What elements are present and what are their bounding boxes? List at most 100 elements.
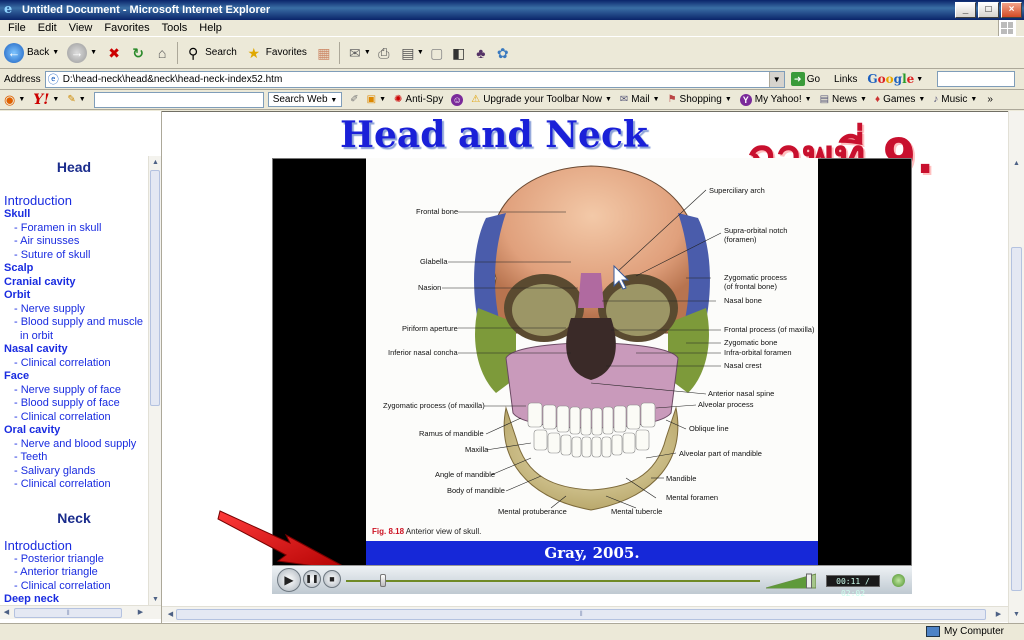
scroll-right-icon[interactable]: ▶ [134, 606, 147, 619]
scroll-up-icon[interactable]: ▲ [149, 156, 162, 169]
nav-head-item[interactable]: - Foramen in skull [4, 222, 148, 236]
links-button[interactable]: Links [834, 74, 857, 85]
popup-blocker-button[interactable]: ▣ ▼ [367, 94, 386, 105]
world-icon[interactable] [892, 574, 905, 587]
nav-head-item[interactable]: - Nerve supply [4, 303, 148, 317]
nav-head-item[interactable]: - Blood supply of face [4, 397, 148, 411]
nav-head-item[interactable]: Scalp [4, 262, 148, 276]
menu-edit[interactable]: Edit [32, 22, 63, 34]
eye-button[interactable]: ◉ ▼ [4, 92, 25, 108]
nav-hscroll-thumb[interactable]: ⦀ [14, 608, 122, 618]
discuss-icon[interactable]: ▢ [428, 44, 446, 62]
edit-dropdown-icon[interactable]: ▼ [417, 49, 424, 56]
nav-head-item[interactable]: - Air sinusses [4, 235, 148, 249]
nav-horizontal-scrollbar[interactable]: ◀ ⦀ ▶ [0, 605, 161, 619]
address-dropdown-icon[interactable]: ▼ [768, 71, 784, 87]
games-button[interactable]: ♦ Games ▼ [875, 94, 925, 105]
menu-help[interactable]: Help [193, 22, 228, 34]
nav-head-item[interactable]: - Clinical correlation [4, 411, 148, 425]
google-dropdown-icon[interactable]: ▼ [916, 76, 923, 83]
menu-favorites[interactable]: Favorites [98, 22, 155, 34]
figure-number: Fig. 8.18 [372, 527, 405, 536]
messenger-button[interactable]: ☺ [451, 93, 464, 106]
page-scroll-thumb[interactable] [1011, 247, 1022, 591]
nav-neck-item[interactable]: Introduction [4, 538, 148, 553]
history-icon[interactable]: ▦ [315, 44, 333, 62]
nav-head-item[interactable]: - Blood supply and muscle [4, 316, 148, 330]
nav-scroll-thumb[interactable] [150, 170, 160, 406]
nav-head-item[interactable]: Introduction [4, 193, 148, 208]
search-web-button[interactable]: Search Web ▼ [267, 92, 343, 107]
back-button[interactable]: ← Back ▼ [4, 42, 59, 63]
page-hscroll-thumb[interactable]: ⦀ [176, 609, 986, 620]
back-dropdown-icon[interactable]: ▼ [52, 49, 59, 56]
page-scroll-up-icon[interactable]: ▲ [1010, 157, 1023, 170]
shopping-button[interactable]: ⚑ Shopping ▼ [668, 94, 732, 105]
google-search-input[interactable] [937, 71, 1016, 87]
yahoo-search-input[interactable] [93, 91, 264, 108]
pause-button[interactable]: ❚❚ [303, 570, 321, 588]
nav-neck-item[interactable]: - Anterior triangle [4, 566, 148, 580]
address-input[interactable]: ⓔ D:\head-neck\head&neck\head-neck-index… [44, 70, 785, 88]
anti-spy-button[interactable]: ✺ Anti-Spy [394, 94, 443, 105]
nav-head-item[interactable]: - Clinical correlation [4, 478, 148, 492]
edit-icon[interactable]: ▤ [399, 44, 417, 62]
scroll-left-icon[interactable]: ◀ [0, 606, 13, 619]
mail-button[interactable]: ✉ Mail ▼ [620, 94, 660, 105]
nav-head-item[interactable]: Orbit [4, 289, 148, 303]
seek-bar[interactable] [346, 580, 760, 582]
nav-head-item[interactable]: Cranial cavity [4, 276, 148, 290]
nav-head-item[interactable]: - Salivary glands [4, 465, 148, 479]
page-scroll-down-icon[interactable]: ▼ [1010, 608, 1023, 621]
toolbar-overflow-icon[interactable]: » [987, 94, 993, 105]
page-scroll-right-icon[interactable]: ▶ [992, 608, 1005, 621]
page-horizontal-scrollbar[interactable]: ◀ ⦀ ▶ [162, 606, 1008, 622]
close-button[interactable]: × [1001, 2, 1022, 18]
forward-button[interactable]: → ▼ [67, 42, 97, 63]
my-yahoo-button[interactable]: Y My Yahoo! ▼ [739, 93, 812, 106]
refresh-icon[interactable]: ↻ [129, 44, 147, 62]
nav-head-item[interactable]: Face [4, 370, 148, 384]
nav-head-item[interactable]: Nasal cavity [4, 343, 148, 357]
volume-slider[interactable] [766, 573, 816, 589]
go-button[interactable]: ➜ Go [790, 72, 820, 86]
home-icon[interactable]: ⌂ [153, 44, 171, 62]
nav-neck-item[interactable]: - Clinical correlation [4, 580, 148, 594]
minimize-button[interactable]: _ [955, 2, 976, 18]
search-button[interactable]: ⚲ Search [184, 44, 237, 62]
highlight-button[interactable]: ✐ [350, 94, 358, 105]
favorites-button[interactable]: ★ Favorites [245, 44, 307, 62]
play-button[interactable]: ▶ [277, 568, 301, 592]
pencil-button[interactable]: ✎ ▼ [67, 94, 85, 105]
nav-neck-item[interactable]: Deep neck [4, 593, 148, 605]
music-button[interactable]: ♪ Music ▼ [933, 94, 977, 105]
print-icon[interactable]: ⎙ [375, 44, 393, 62]
menu-view[interactable]: View [63, 22, 99, 34]
messenger-icon[interactable]: ♣ [472, 44, 490, 62]
page-vertical-scrollbar[interactable]: ▲ ▼ [1008, 111, 1024, 623]
yahoo-logo-button[interactable]: Y! ▼ [33, 92, 59, 108]
msn-icon[interactable]: ✿ [494, 44, 512, 62]
nav-head-item[interactable]: - Teeth [4, 451, 148, 465]
nav-head-item[interactable]: Oral cavity [4, 424, 148, 438]
nav-head-item[interactable]: - Nerve supply of face [4, 384, 148, 398]
research-icon[interactable]: ◧ [450, 44, 468, 62]
nav-head-item[interactable]: - Nerve and blood supply [4, 438, 148, 452]
nav-head-item[interactable]: - Suture of skull [4, 249, 148, 263]
mail-dropdown-icon[interactable]: ▼ [364, 49, 371, 56]
nav-neck-item[interactable]: - Posterior triangle [4, 553, 148, 567]
nav-vertical-scrollbar[interactable]: ▲ ▼ [148, 156, 161, 606]
stop-button[interactable]: ■ [323, 570, 341, 588]
upgrade-button[interactable]: ⚠ Upgrade your Toolbar Now ▼ [471, 94, 612, 105]
nav-head-item[interactable]: in orbit [4, 330, 148, 344]
mail-icon[interactable]: ✉ [346, 44, 364, 62]
news-button[interactable]: ▤ News ▼ [820, 94, 867, 105]
maximize-button[interactable]: □ [978, 2, 999, 18]
seek-thumb[interactable] [380, 574, 387, 587]
menu-tools[interactable]: Tools [156, 22, 194, 34]
nav-head-item[interactable]: Skull [4, 208, 148, 222]
stop-icon[interactable]: ✖ [105, 44, 123, 62]
nav-head-item[interactable]: - Clinical correlation [4, 357, 148, 371]
forward-dropdown-icon[interactable]: ▼ [90, 49, 97, 56]
menu-file[interactable]: File [2, 22, 32, 34]
